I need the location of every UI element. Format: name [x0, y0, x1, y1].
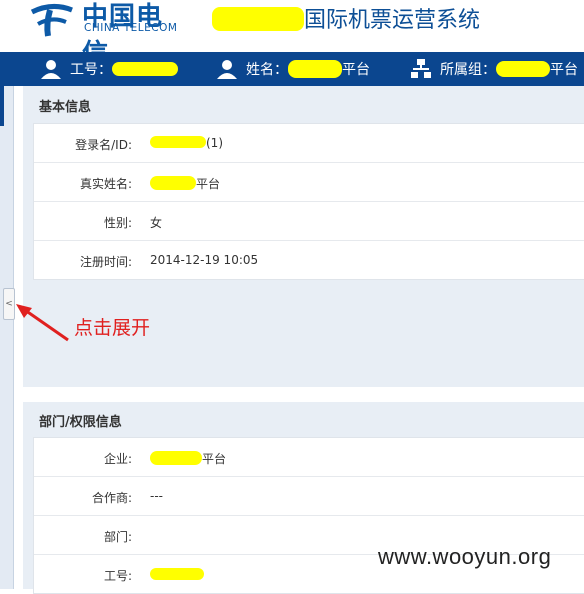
- annotation-text: 点击展开: [74, 317, 151, 339]
- dept-permission-title: 部门/权限信息: [39, 415, 122, 430]
- partner-value: ---: [150, 489, 163, 503]
- system-title: 国际机票运营系统: [212, 2, 480, 34]
- info-row-real-name: 真实姓名: 平台: [34, 163, 584, 202]
- annotation-arrow-icon: [16, 304, 69, 342]
- register-time-value: 2014-12-19 10:05: [150, 253, 259, 267]
- watermark-text: www.wooyun.org: [378, 544, 552, 569]
- system-title-text: 国际机票运营系统: [304, 8, 481, 33]
- partner-label: 合作商:: [91, 491, 132, 505]
- employee-id-field: 工号：: [40, 52, 178, 86]
- china-telecom-logo-mark-icon: [30, 4, 73, 37]
- basic-info-table: 登录名/ID: (1) 真实姓名: 平台 性别: 女 注册时间: 2014-12…: [33, 123, 584, 280]
- china-telecom-logo: 中国电信 CHINA TELECOM: [28, 0, 188, 69]
- info-row-register-time: 注册时间: 2014-12-19 10:05: [34, 241, 584, 279]
- name-label: 姓名：: [246, 62, 288, 78]
- basic-info-title: 基本信息: [39, 100, 92, 115]
- user-icon: [41, 60, 61, 79]
- department-label: 部门:: [103, 530, 132, 544]
- login-id-label: 登录名/ID:: [75, 138, 132, 152]
- redaction-highlight: [150, 176, 196, 190]
- group-value-suffix: 平台: [550, 62, 578, 78]
- basic-info-panel: 基本信息 登录名/ID: (1) 真实姓名: 平台 性别: 女 注册时间: 20…: [23, 86, 584, 387]
- employee-id-row-value: [150, 567, 204, 581]
- user-info-bar: 工号： 姓名： 平台 所属组： 平台: [0, 52, 584, 86]
- info-row-company: 企业: 平台: [34, 438, 584, 477]
- company-label: 企业:: [103, 452, 132, 466]
- logo-english-text: CHINA TELECOM: [84, 22, 178, 34]
- real-name-suffix: 平台: [196, 177, 221, 191]
- redaction-highlight: [150, 136, 206, 148]
- company-suffix: 平台: [202, 452, 227, 466]
- dept-permission-table: 企业: 平台 合作商: --- 部门: 工号:: [33, 437, 584, 594]
- top-banner: 中国电信 CHINA TELECOM 国际机票运营系统: [0, 0, 584, 69]
- sidebar-accent: [0, 86, 4, 126]
- employee-id-row-label: 工号:: [103, 569, 132, 583]
- real-name-value: 平台: [150, 175, 220, 192]
- name-value-suffix: 平台: [342, 62, 370, 78]
- group-field: 所属组： 平台: [410, 52, 578, 86]
- user-icon: [217, 60, 237, 79]
- register-time-label: 注册时间:: [79, 255, 132, 269]
- login-id-value: (1): [150, 136, 223, 150]
- gender-value: 女: [150, 216, 163, 230]
- redaction-highlight: [212, 7, 304, 31]
- real-name-label: 真实姓名:: [79, 177, 132, 191]
- org-chart-icon: [411, 59, 431, 78]
- redaction-highlight: [496, 61, 550, 77]
- name-field: 姓名： 平台: [216, 52, 370, 86]
- redaction-highlight: [288, 60, 342, 78]
- redaction-highlight: [150, 568, 204, 580]
- company-value: 平台: [150, 450, 226, 467]
- gender-label: 性别:: [103, 216, 132, 230]
- group-label: 所属组：: [440, 62, 496, 78]
- collapsed-sidebar: [0, 86, 14, 589]
- info-row-login-id: 登录名/ID: (1): [34, 124, 584, 163]
- info-row-gender: 性别: 女: [34, 202, 584, 241]
- login-id-suffix: (1): [206, 136, 223, 150]
- employee-id-label: 工号：: [70, 62, 112, 78]
- redaction-highlight: [150, 451, 202, 465]
- redaction-highlight: [112, 62, 178, 76]
- info-row-partner: 合作商: ---: [34, 477, 584, 516]
